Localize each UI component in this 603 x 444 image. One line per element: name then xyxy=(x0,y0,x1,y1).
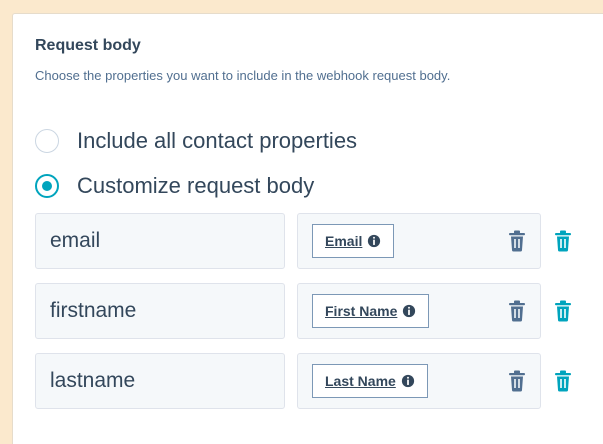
property-key-value: email xyxy=(50,229,101,252)
delete-row-trash-icon[interactable] xyxy=(554,300,572,322)
delete-token-trash-icon[interactable] xyxy=(508,300,526,322)
delete-token-trash-icon[interactable] xyxy=(508,370,526,392)
property-key-value: lastname xyxy=(50,369,136,392)
property-token[interactable]: First Name xyxy=(312,294,430,328)
section-help-text: Choose the properties you want to includ… xyxy=(35,68,451,83)
property-token-label: Email xyxy=(325,233,363,249)
property-value-field[interactable]: Email xyxy=(297,213,541,269)
radio-label: Include all contact properties xyxy=(77,128,358,153)
delete-token-trash-icon[interactable] xyxy=(508,230,526,252)
radio-include-all[interactable]: Include all contact properties xyxy=(35,126,357,156)
property-key-value: firstname xyxy=(50,299,137,322)
info-circle-icon xyxy=(368,234,381,248)
property-key-input[interactable]: lastname xyxy=(35,353,285,409)
property-token-label: Last Name xyxy=(325,373,396,389)
property-token-label: First Name xyxy=(325,303,398,319)
radio-label: Customize request body xyxy=(77,173,315,198)
property-token[interactable]: Last Name xyxy=(312,364,428,398)
radio-customize[interactable]: Customize request body xyxy=(35,171,314,201)
section-title: Request body xyxy=(35,37,141,54)
info-circle-icon xyxy=(403,304,416,318)
radio-button[interactable] xyxy=(35,129,59,153)
property-token[interactable]: Email xyxy=(312,224,395,258)
webhook-settings-panel: Request body Choose the properties you w… xyxy=(12,13,603,444)
info-circle-icon xyxy=(401,374,414,388)
property-value-field[interactable]: First Name xyxy=(297,283,541,339)
delete-row-trash-icon[interactable] xyxy=(554,370,572,392)
radio-button-selected[interactable] xyxy=(35,174,59,198)
property-key-input[interactable]: email xyxy=(35,213,285,269)
property-value-field[interactable]: Last Name xyxy=(297,353,541,409)
property-key-input[interactable]: firstname xyxy=(35,283,285,339)
delete-row-trash-icon[interactable] xyxy=(554,230,572,252)
